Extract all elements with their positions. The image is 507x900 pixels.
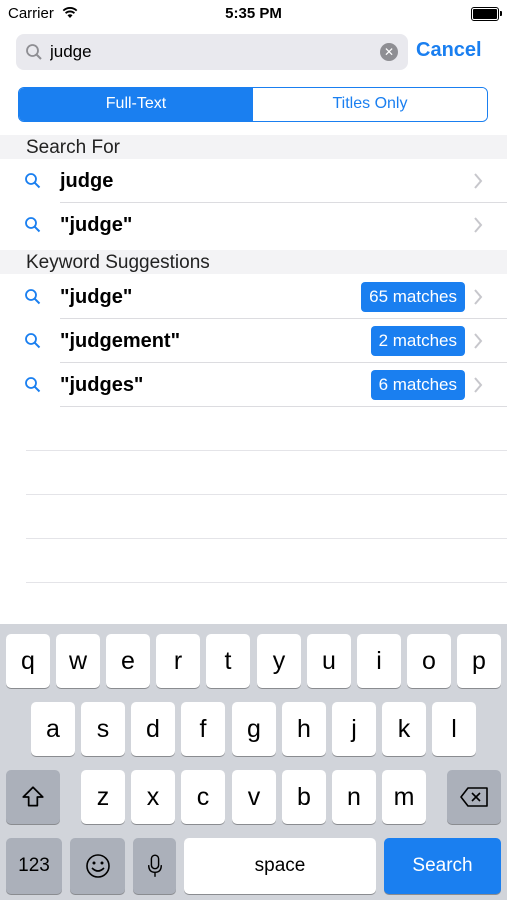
key-g[interactable]: g bbox=[232, 702, 276, 756]
segment-titles-only[interactable]: Titles Only bbox=[253, 88, 487, 121]
key-p[interactable]: p bbox=[457, 634, 501, 688]
empty-row-separator bbox=[26, 494, 507, 495]
key-e[interactable]: e bbox=[106, 634, 150, 688]
section-title: Search For bbox=[26, 137, 120, 158]
section-title: Keyword Suggestions bbox=[26, 252, 210, 273]
key-z[interactable]: z bbox=[81, 770, 125, 824]
clear-text-icon[interactable]: ✕ bbox=[380, 43, 398, 61]
key-a[interactable]: a bbox=[31, 702, 75, 756]
search-icon bbox=[25, 289, 41, 305]
key-u[interactable]: u bbox=[307, 634, 351, 688]
search-icon bbox=[25, 377, 41, 393]
key-t[interactable]: t bbox=[206, 634, 250, 688]
row-label: "judgement" bbox=[60, 330, 181, 352]
key-k[interactable]: k bbox=[382, 702, 426, 756]
shift-key[interactable] bbox=[6, 770, 60, 824]
section-header-keyword-suggestions: Keyword Suggestions bbox=[0, 250, 507, 274]
shift-icon bbox=[22, 786, 44, 807]
row-label: judge bbox=[60, 170, 114, 192]
empty-row-separator bbox=[26, 582, 507, 583]
match-count-badge: 65 matches bbox=[361, 282, 465, 312]
backspace-key[interactable] bbox=[447, 770, 501, 824]
search-icon bbox=[26, 44, 42, 60]
emoji-key[interactable] bbox=[70, 838, 125, 894]
search-scope-segmented-control: Full-Text Titles Only bbox=[18, 87, 488, 122]
search-input[interactable] bbox=[50, 34, 370, 70]
empty-row-separator bbox=[26, 450, 507, 451]
numbers-key[interactable]: 123 bbox=[6, 838, 62, 894]
chevron-right-icon bbox=[474, 333, 483, 349]
key-q[interactable]: q bbox=[6, 634, 50, 688]
search-icon bbox=[25, 173, 41, 189]
key-w[interactable]: w bbox=[56, 634, 100, 688]
key-c[interactable]: c bbox=[181, 770, 225, 824]
key-i[interactable]: i bbox=[357, 634, 401, 688]
key-y[interactable]: y bbox=[257, 634, 301, 688]
suggestion-row[interactable]: "judge" 65 matches bbox=[0, 275, 507, 319]
backspace-icon bbox=[460, 787, 488, 807]
key-n[interactable]: n bbox=[332, 770, 376, 824]
row-separator bbox=[60, 406, 507, 407]
section-header-search-for: Search For bbox=[0, 135, 507, 159]
match-count-badge: 2 matches bbox=[370, 326, 465, 356]
chevron-right-icon bbox=[474, 217, 483, 233]
key-h[interactable]: h bbox=[282, 702, 326, 756]
segment-full-text[interactable]: Full-Text bbox=[19, 88, 253, 121]
search-for-row[interactable]: judge bbox=[0, 159, 507, 203]
key-x[interactable]: x bbox=[131, 770, 175, 824]
dictation-key[interactable] bbox=[133, 838, 176, 894]
search-icon bbox=[25, 333, 41, 349]
battery-icon bbox=[471, 7, 502, 21]
row-label: "judges" bbox=[60, 374, 144, 396]
suggestion-row[interactable]: "judgement" 2 matches bbox=[0, 319, 507, 363]
row-label: "judge" bbox=[60, 286, 133, 308]
search-key[interactable]: Search bbox=[384, 838, 501, 894]
key-j[interactable]: j bbox=[332, 702, 376, 756]
key-b[interactable]: b bbox=[282, 770, 326, 824]
search-icon bbox=[25, 217, 41, 233]
match-count-badge: 6 matches bbox=[370, 370, 465, 400]
key-d[interactable]: d bbox=[131, 702, 175, 756]
key-f[interactable]: f bbox=[181, 702, 225, 756]
search-field[interactable]: ✕ bbox=[16, 34, 408, 70]
space-key[interactable]: space bbox=[184, 838, 376, 894]
search-for-row[interactable]: "judge" bbox=[0, 203, 507, 247]
key-o[interactable]: o bbox=[407, 634, 451, 688]
key-l[interactable]: l bbox=[432, 702, 476, 756]
key-r[interactable]: r bbox=[156, 634, 200, 688]
clock: 5:35 PM bbox=[225, 5, 282, 22]
microphone-icon bbox=[147, 854, 162, 877]
emoji-icon bbox=[85, 854, 110, 878]
empty-row-separator bbox=[26, 538, 507, 539]
cancel-button[interactable]: Cancel bbox=[416, 39, 482, 62]
key-m[interactable]: m bbox=[382, 770, 426, 824]
chevron-right-icon bbox=[474, 173, 483, 189]
keyboard: q w e r t y u i o p a s d f g h j k l z … bbox=[0, 624, 507, 900]
row-label: "judge" bbox=[60, 214, 133, 236]
key-v[interactable]: v bbox=[232, 770, 276, 824]
status-bar: Carrier 5:35 PM bbox=[0, 0, 507, 28]
chevron-right-icon bbox=[474, 377, 483, 393]
key-s[interactable]: s bbox=[81, 702, 125, 756]
suggestion-row[interactable]: "judges" 6 matches bbox=[0, 363, 507, 407]
chevron-right-icon bbox=[474, 289, 483, 305]
